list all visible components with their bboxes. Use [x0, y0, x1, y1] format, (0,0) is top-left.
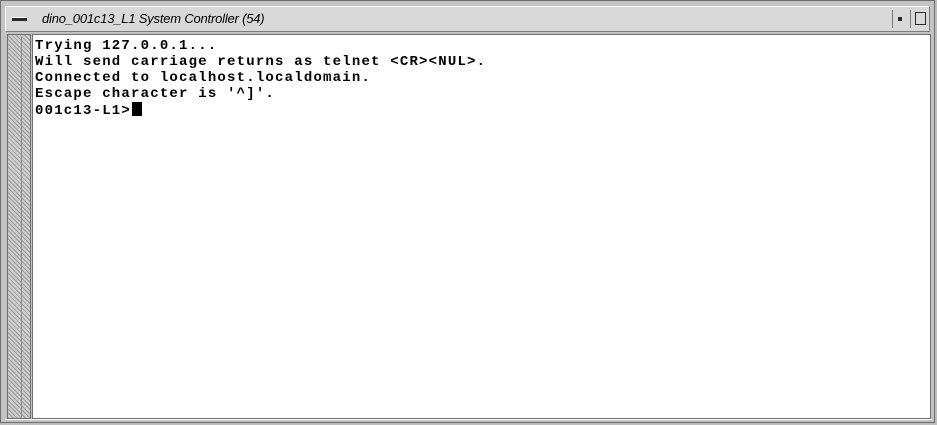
window-title: dino_001c13_L1 System Controller (54)	[42, 11, 265, 26]
terminal-line: Connected to localhost.localdomain.	[35, 70, 372, 86]
terminal-window: dino_001c13_L1 System Controller (54) Tr…	[0, 0, 935, 423]
prompt-line[interactable]: 001c13-L1>	[35, 102, 930, 119]
text-cursor	[132, 102, 143, 116]
terminal-line: Escape character is '^]'.	[35, 86, 276, 102]
scrollbar-track[interactable]	[21, 37, 30, 417]
terminal-output[interactable]: Trying 127.0.0.1... Will send carriage r…	[32, 34, 931, 419]
window-bottom-border	[5, 419, 932, 422]
window-menu-button[interactable]	[10, 11, 29, 27]
maximize-button[interactable]	[910, 10, 928, 28]
terminal-line: Will send carriage returns as telnet <CR…	[35, 54, 487, 70]
terminal-line: Trying 127.0.0.1...	[35, 38, 218, 54]
command-prompt: 001c13-L1>	[35, 103, 132, 119]
maximize-icon	[915, 12, 926, 25]
vertical-scrollbar[interactable]	[7, 34, 31, 419]
minimize-icon	[898, 17, 902, 21]
window-menu-icon	[12, 17, 27, 21]
minimize-button[interactable]	[892, 10, 908, 28]
title-bar[interactable]: dino_001c13_L1 System Controller (54)	[5, 6, 930, 32]
